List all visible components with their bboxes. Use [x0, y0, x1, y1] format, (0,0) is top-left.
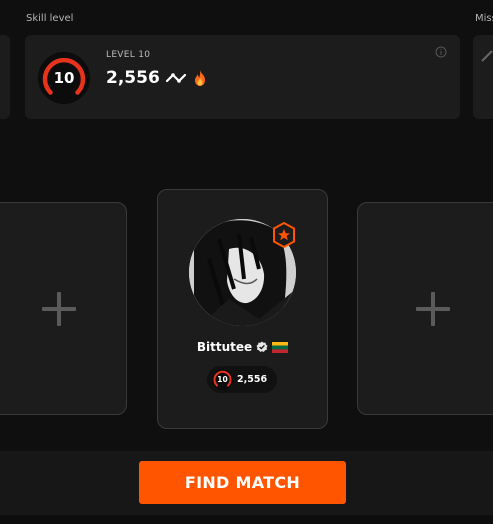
player-card[interactable]: Bittutee 10 2,556	[157, 189, 328, 429]
elo-trend-icon	[165, 73, 186, 83]
plus-icon	[416, 291, 450, 326]
skill-level-label: Skill level	[26, 13, 74, 24]
mission-icon	[481, 50, 493, 62]
fire-icon	[194, 70, 205, 86]
find-match-button[interactable]: FIND MATCH	[139, 461, 346, 504]
lithuania-flag	[272, 341, 289, 353]
missions-label: Miss	[475, 13, 493, 24]
previous-panel	[0, 35, 10, 119]
empty-party-slot-left[interactable]	[0, 202, 127, 415]
level-text: LEVEL 10	[106, 50, 151, 60]
info-icon[interactable]	[435, 46, 447, 58]
player-level-number: 10	[217, 375, 228, 384]
star-badge-icon	[273, 222, 295, 248]
player-level-badge: 10	[212, 369, 233, 390]
skill-level-number: 10	[53, 69, 75, 87]
player-name[interactable]: Bittutee	[197, 340, 252, 354]
empty-party-slot-right[interactable]	[357, 202, 493, 415]
bottom-strip	[0, 515, 493, 524]
elo-value: 2,556	[106, 68, 160, 88]
player-name-row: Bittutee	[158, 340, 327, 354]
player-elo: 2,556	[237, 374, 268, 385]
skill-level-badge: 10	[38, 52, 90, 104]
plus-icon	[41, 291, 76, 326]
player-elo-pill: 10 2,556	[207, 366, 277, 393]
elo-row: 2,556	[106, 68, 208, 88]
skill-level-panel: 10 LEVEL 10 2,556	[25, 35, 460, 119]
verified-icon	[256, 341, 268, 352]
missions-panel[interactable]	[473, 35, 493, 119]
